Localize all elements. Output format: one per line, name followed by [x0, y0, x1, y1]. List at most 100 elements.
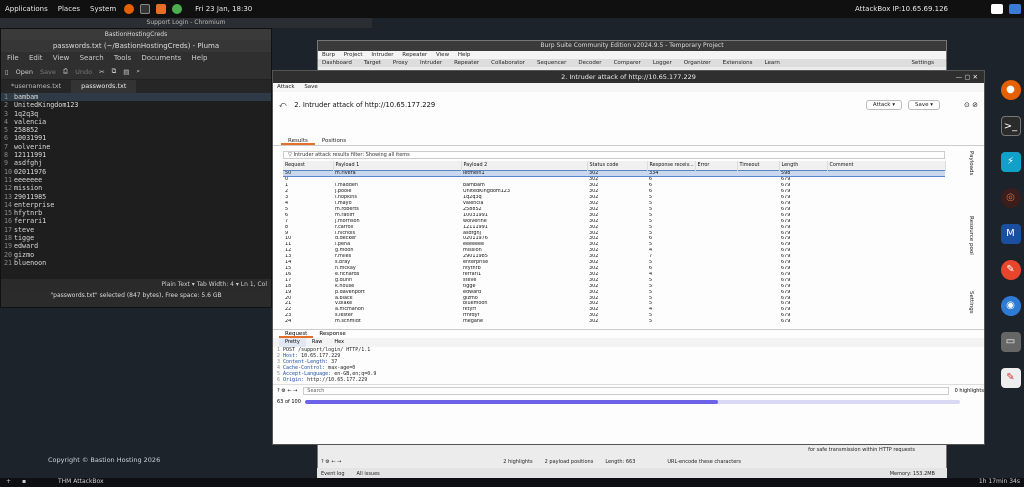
places-menu[interactable]: Places	[53, 5, 85, 13]
urlencode-checkbox[interactable]: URL-encode these characters	[667, 459, 741, 465]
burp-menu-burp[interactable]: Burp	[322, 52, 335, 58]
help-settings-icons[interactable]: ⊙ ⊘	[964, 101, 978, 109]
menu-tools[interactable]: Tools	[114, 54, 131, 62]
tab-request[interactable]: Request	[279, 330, 314, 339]
tab-repeater[interactable]: Repeater	[454, 59, 479, 67]
target-icon[interactable]: ◎	[1000, 188, 1021, 208]
side-tab-resource-pool[interactable]: Resource pool	[968, 216, 974, 255]
network-icon[interactable]	[1009, 4, 1021, 14]
editor-line[interactable]: 16 ferrari1	[1, 217, 271, 225]
applications-menu[interactable]: Applications	[0, 5, 53, 13]
attack-button[interactable]: Attack ▾	[865, 100, 902, 110]
help-icon[interactable]: ? ⚙ ← →	[277, 388, 297, 394]
files-icon[interactable]: ▭	[1000, 332, 1021, 352]
editor-line[interactable]: 1 bambam	[1, 93, 271, 102]
results-filter[interactable]: ▽ Intruder attack results filter: Showin…	[283, 151, 945, 159]
system-menu[interactable]: System	[85, 5, 121, 13]
editor-line[interactable]: 2 UnitedKingdom123	[1, 101, 271, 109]
burp-menu-repeater[interactable]: Repeater	[402, 52, 427, 58]
menu-file[interactable]: File	[7, 54, 19, 62]
menu-documents[interactable]: Documents	[141, 54, 181, 62]
search-input[interactable]: Search	[303, 387, 949, 396]
menu-edit[interactable]: Edit	[29, 54, 43, 62]
column-header[interactable]: Timeout	[737, 161, 780, 170]
tab-learn[interactable]: Learn	[765, 59, 780, 67]
intruder-menu-attack[interactable]: Attack	[277, 84, 295, 90]
tab-target[interactable]: Target	[364, 59, 381, 67]
footer-nav-icons[interactable]: ? ⚙ ← →	[321, 459, 341, 465]
column-header[interactable]: Request	[283, 161, 334, 170]
chromium-icon[interactable]: ◉	[1000, 296, 1021, 316]
menu-view[interactable]: View	[53, 54, 70, 62]
print-icon[interactable]: ⎙	[63, 67, 68, 76]
paste-icon[interactable]: ▤	[123, 68, 129, 76]
editor-line[interactable]: 18 tigge	[1, 234, 271, 242]
editor-line[interactable]: 14 enterprise	[1, 201, 271, 209]
editor-line[interactable]: 17 steve	[1, 226, 271, 234]
burp-icon[interactable]	[156, 4, 167, 14]
tab-pretty[interactable]: Pretty	[279, 338, 306, 348]
column-header[interactable]: Response receiv...	[647, 161, 696, 170]
tab-usernames[interactable]: *usernames.txt	[1, 80, 71, 93]
cut-icon[interactable]: ✂	[99, 68, 104, 76]
intruder-menu-save[interactable]: Save	[304, 84, 318, 90]
tab-sequencer[interactable]: Sequencer	[537, 59, 566, 67]
editor-line[interactable]: 5 258852	[1, 126, 271, 134]
side-tab-payloads[interactable]: Payloads	[968, 151, 974, 175]
column-header[interactable]: Comment	[827, 161, 946, 170]
burp-menu-project[interactable]: Project	[344, 52, 363, 58]
editor-line[interactable]: 12 mission	[1, 184, 271, 192]
editor-line[interactable]: 3 1q2q3q	[1, 110, 271, 118]
burp-menu-view[interactable]: View	[436, 52, 449, 58]
editor-line[interactable]: 10 02011976	[1, 168, 271, 176]
find-icon[interactable]: ⌕	[136, 67, 140, 76]
editor-line[interactable]: 19 edward	[1, 242, 271, 250]
back-icon[interactable]: ⤺	[279, 101, 286, 110]
editor-line[interactable]: 9 asdfghj	[1, 159, 271, 167]
menu-search[interactable]: Search	[80, 54, 104, 62]
undo-button[interactable]: Undo	[75, 68, 92, 76]
burp-settings-button[interactable]: Settings	[911, 59, 934, 67]
request-body[interactable]: 1 POST /support/login/ HTTP/1.1 2 Host: 10.…	[273, 347, 984, 384]
tab-extensions[interactable]: Extensions	[723, 59, 753, 67]
editor-line[interactable]: 15 hfytnrb	[1, 209, 271, 217]
document-icon[interactable]: ✎	[1000, 368, 1021, 388]
column-header[interactable]: Error	[695, 161, 738, 170]
tab-hex[interactable]: Hex	[328, 338, 350, 347]
workspace-icon[interactable]: ▪	[22, 478, 26, 485]
firefox-icon[interactable]	[124, 4, 135, 14]
tab-comparer[interactable]: Comparer	[614, 59, 641, 67]
column-header[interactable]: Payload 2	[461, 161, 588, 170]
tab-intruder[interactable]: Intruder	[420, 59, 442, 67]
tab-collaborator[interactable]: Collaborator	[491, 59, 525, 67]
window-controls-icon[interactable]: — ▢ ✕	[956, 71, 978, 83]
editor-line[interactable]: 6 10031991	[1, 134, 271, 142]
browser-icon[interactable]	[172, 4, 183, 14]
tab-response[interactable]: Response	[313, 330, 351, 338]
editor-line[interactable]: 4 valencia	[1, 118, 271, 126]
burp-menu-help[interactable]: Help	[458, 52, 471, 58]
editor-line[interactable]: 20 gizmo	[1, 251, 271, 259]
burp-menu-intruder[interactable]: Intruder	[371, 52, 393, 58]
tab-logger[interactable]: Logger	[653, 59, 672, 67]
tab-raw[interactable]: Raw	[306, 338, 329, 347]
copy-icon[interactable]: ⧉	[112, 67, 117, 76]
column-header[interactable]: Length	[779, 161, 828, 170]
side-tab-settings[interactable]: Settings	[968, 291, 974, 314]
feather-icon[interactable]: ✎	[1000, 260, 1021, 280]
clipboard-icon[interactable]	[991, 4, 1003, 14]
tab-proxy[interactable]: Proxy	[393, 59, 408, 67]
tab-results[interactable]: Results	[281, 136, 315, 145]
column-header[interactable]: Payload 1	[333, 161, 462, 170]
editor-line[interactable]: 7 wolverine	[1, 143, 271, 151]
event-log-button[interactable]: Event log	[321, 471, 345, 477]
column-header[interactable]: Status code	[587, 161, 648, 170]
tab-positions[interactable]: Positions	[315, 136, 353, 145]
save-attack-button[interactable]: Save ▾	[907, 100, 940, 110]
editor-line[interactable]: 11 eeeeeee	[1, 176, 271, 184]
save-button[interactable]: Save	[40, 68, 56, 76]
new-file-icon[interactable]: ▯	[5, 68, 9, 76]
editor-line[interactable]: 8 12111991	[1, 151, 271, 159]
table-row[interactable]: 50 m.rivera letmein1 302 334 598	[283, 169, 945, 178]
terminal-icon[interactable]: >_	[1000, 116, 1021, 136]
